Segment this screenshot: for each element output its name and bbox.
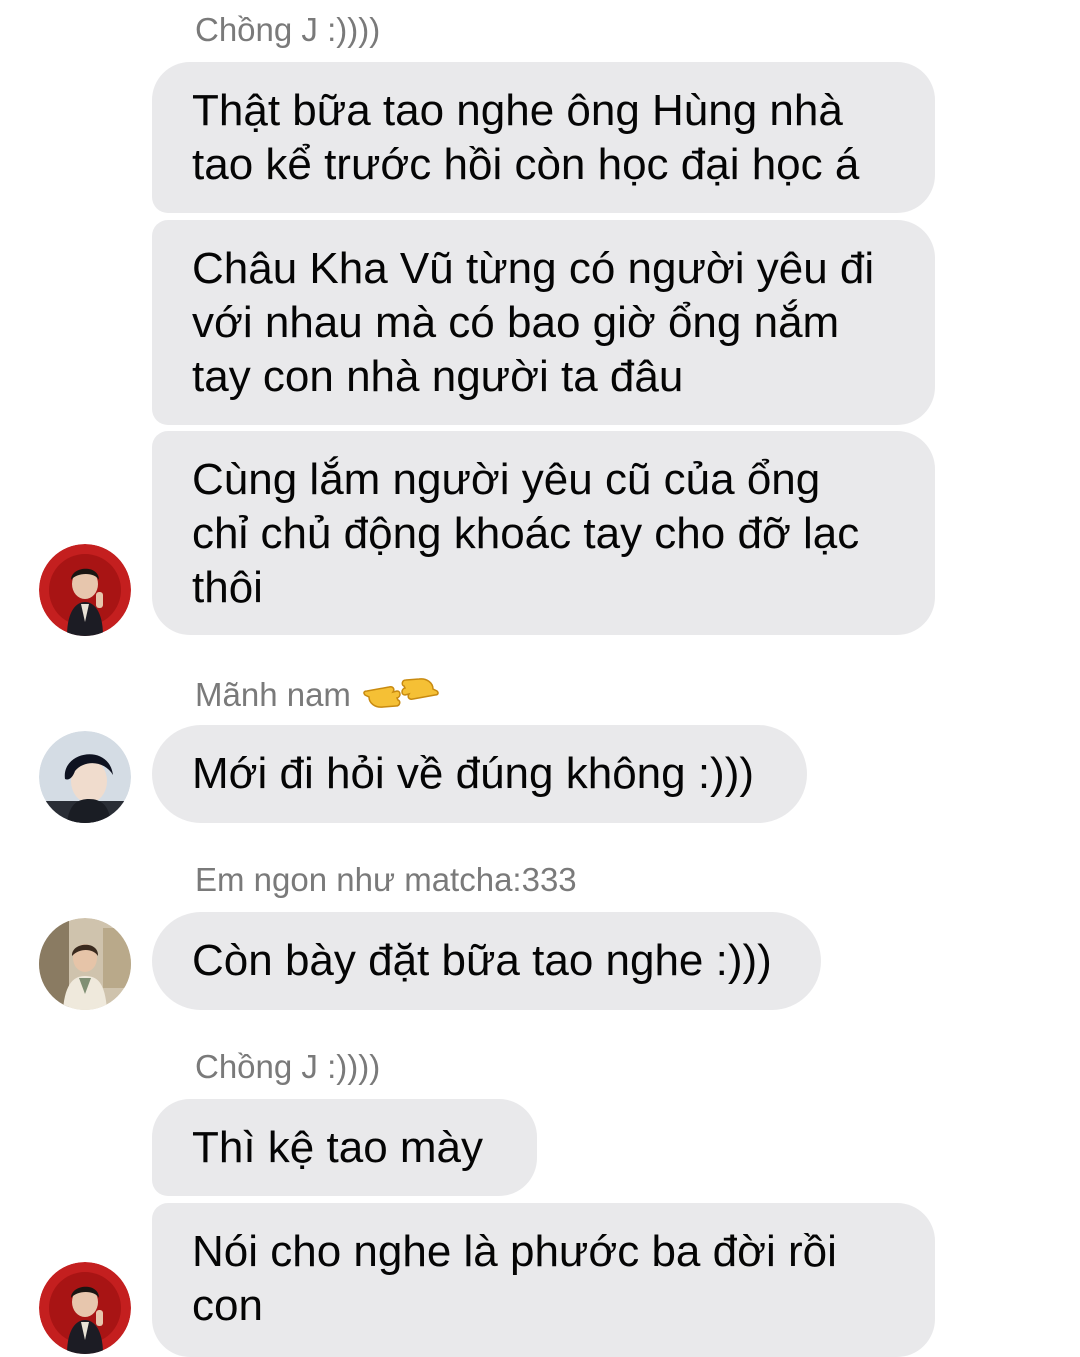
sender-name[interactable]: Chồng J :)))) xyxy=(195,10,380,50)
sender-name-text: Mãnh nam xyxy=(195,676,351,714)
message-bubble[interactable]: Còn bày đặt bữa tao nghe :))) xyxy=(152,912,821,1010)
avatar[interactable] xyxy=(39,918,131,1010)
sender-name[interactable]: Mãnh nam xyxy=(195,673,441,722)
avatar-dark-hair-icon xyxy=(39,731,131,823)
message-bubble[interactable]: Thật bữa tao nghe ông Hùng nhà tao kể tr… xyxy=(152,62,935,213)
message-bubble[interactable]: Châu Kha Vũ từng có người yêu đi với nha… xyxy=(152,220,935,425)
message-bubble[interactable]: Nói cho nghe là phước ba đời rồi con xyxy=(152,1203,935,1357)
avatar-light-outfit-icon xyxy=(39,918,131,1010)
avatar-red-background-icon xyxy=(39,1262,131,1354)
avatar[interactable] xyxy=(39,1262,131,1354)
avatar-red-background-icon xyxy=(39,544,131,636)
sender-name[interactable]: Em ngon như matcha:333 xyxy=(195,860,577,900)
avatar[interactable] xyxy=(39,544,131,636)
pointing-hands-emoji-icon xyxy=(361,673,441,722)
message-bubble[interactable]: Thì kệ tao mày xyxy=(152,1099,537,1196)
sender-name[interactable]: Chồng J :)))) xyxy=(195,1047,380,1087)
message-bubble[interactable]: Cùng lắm người yêu cũ của ổng chỉ chủ độ… xyxy=(152,431,935,635)
message-bubble[interactable]: Mới đi hỏi về đúng không :))) xyxy=(152,725,807,823)
avatar[interactable] xyxy=(39,731,131,823)
